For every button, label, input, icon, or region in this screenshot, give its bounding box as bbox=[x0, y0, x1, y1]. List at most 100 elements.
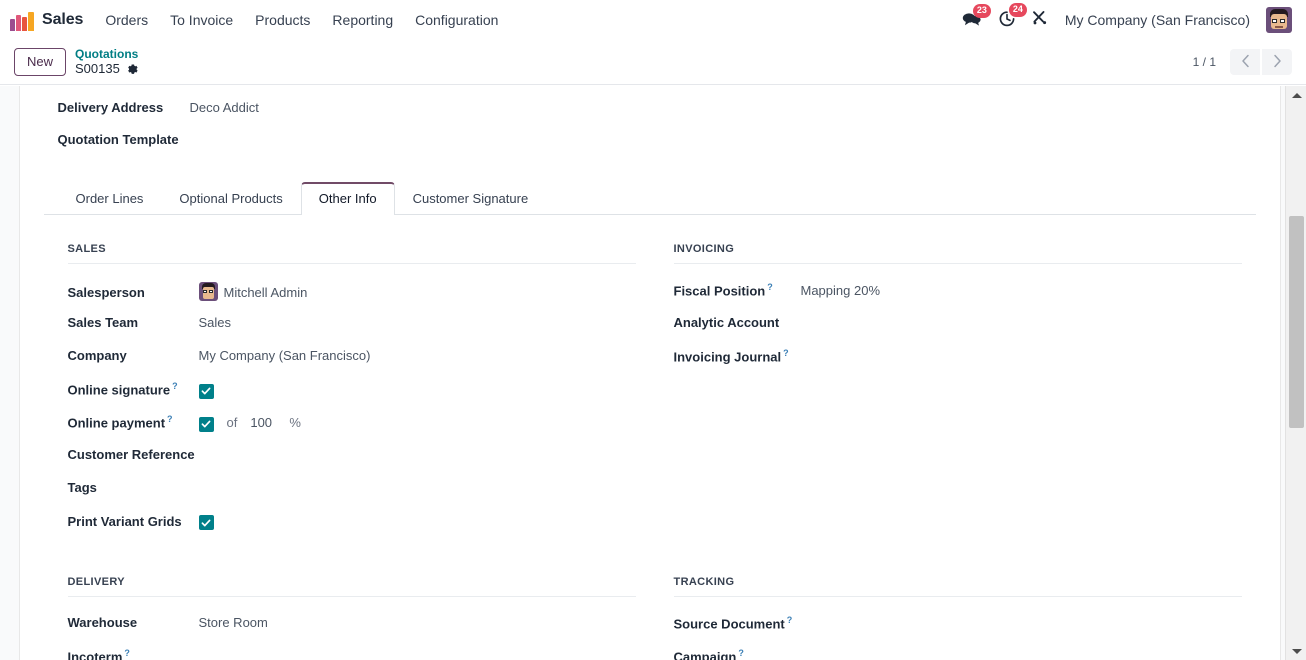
chevron-right-icon bbox=[1273, 54, 1282, 71]
breadcrumb: Quotations S00135 bbox=[75, 47, 139, 76]
tab-optional-products[interactable]: Optional Products bbox=[161, 182, 300, 215]
app-name-sales[interactable]: Sales bbox=[42, 11, 83, 29]
odoo-bars-logo[interactable] bbox=[10, 9, 34, 31]
field-label-customer-reference: Customer Reference bbox=[67, 447, 195, 462]
field-source-document: Source Document? bbox=[674, 615, 1242, 648]
field-label-analytic-account: Analytic Account bbox=[673, 315, 780, 330]
field-label-incoterm: Incoterm? bbox=[67, 648, 130, 660]
company-switcher[interactable]: My Company (San Francisco) bbox=[1065, 12, 1250, 28]
field-tags: Tags bbox=[68, 480, 636, 513]
breadcrumb-item-quotations[interactable]: Quotations bbox=[75, 47, 139, 61]
scroll-down-arrow-icon[interactable] bbox=[1286, 642, 1306, 660]
menu-item-to-invoice[interactable]: To Invoice bbox=[170, 12, 233, 28]
field-label-campaign: Campaign? bbox=[673, 648, 744, 660]
help-icon[interactable]: ? bbox=[738, 648, 744, 658]
prepayment-of-label: of bbox=[226, 414, 238, 430]
help-icon[interactable]: ? bbox=[172, 381, 178, 391]
field-online-signature: Online signature? bbox=[68, 381, 636, 414]
field-value-sales-team[interactable]: Sales bbox=[199, 315, 232, 330]
field-label-company: Company bbox=[67, 348, 127, 363]
gear-icon[interactable] bbox=[126, 63, 139, 76]
field-value-company[interactable]: My Company (San Francisco) bbox=[199, 348, 371, 363]
help-icon[interactable]: ? bbox=[167, 414, 173, 424]
group-title-tracking: TRACKING bbox=[673, 576, 1242, 597]
salesperson-avatar bbox=[198, 282, 218, 301]
field-label-delivery-address: Delivery Address bbox=[57, 100, 164, 115]
record-pager: 1 / 1 bbox=[1193, 49, 1292, 75]
group-title-invoicing: INVOICING bbox=[673, 243, 1242, 264]
checkbox-print-variant-grids[interactable] bbox=[198, 515, 214, 530]
group-delivery: DELIVERY Warehouse Store Room Incoterm? bbox=[67, 576, 636, 660]
group-sales: SALES Salesperson Mitchell Admin Sales T… bbox=[67, 243, 636, 546]
field-salesperson: Salesperson Mitchell Admin bbox=[68, 282, 636, 315]
field-sales-team: Sales Team Sales bbox=[68, 315, 636, 348]
field-label-source-document: Source Document? bbox=[673, 615, 793, 632]
field-label-sales-team: Sales Team bbox=[67, 315, 139, 330]
help-icon[interactable]: ? bbox=[787, 615, 793, 625]
breadcrumb-current-record: S00135 bbox=[75, 61, 139, 76]
checkbox-online-payment[interactable] bbox=[198, 416, 214, 432]
field-label-online-payment: Online payment? bbox=[67, 414, 173, 431]
field-delivery-address: Delivery Address Deco Addict bbox=[58, 100, 1256, 132]
notebook-tab-list: Order Lines Optional Products Other Info… bbox=[43, 182, 1256, 215]
pager-next-button[interactable] bbox=[1262, 49, 1292, 75]
top-navbar: Sales Orders To Invoice Products Reporti… bbox=[0, 0, 1306, 40]
group-tracking: TRACKING Source Document? Campaign? bbox=[673, 576, 1242, 660]
pager-previous-button[interactable] bbox=[1230, 49, 1260, 75]
field-campaign: Campaign? bbox=[674, 648, 1242, 660]
activities-menu[interactable]: 24 bbox=[998, 2, 1027, 31]
menu-item-orders[interactable]: Orders bbox=[105, 12, 148, 28]
field-value-fiscal-position[interactable]: Mapping 20% bbox=[801, 283, 881, 298]
field-value-warehouse[interactable]: Store Room bbox=[199, 615, 268, 630]
chevron-left-icon bbox=[1241, 54, 1250, 71]
help-icon[interactable]: ? bbox=[124, 648, 130, 658]
field-print-variant-grids: Print Variant Grids bbox=[68, 513, 636, 546]
vertical-scrollbar[interactable] bbox=[1285, 86, 1306, 660]
scroll-thumb[interactable] bbox=[1289, 216, 1304, 428]
notebook: Order Lines Optional Products Other Info… bbox=[43, 182, 1256, 660]
tab-other-info[interactable]: Other Info bbox=[300, 182, 395, 215]
activities-badge-count: 24 bbox=[1008, 2, 1027, 17]
tab-customer-signature[interactable]: Customer Signature bbox=[395, 182, 547, 215]
messages-menu[interactable]: 23 bbox=[962, 3, 991, 30]
field-warehouse: Warehouse Store Room bbox=[68, 615, 636, 648]
tools-wrench-icon bbox=[1032, 10, 1049, 30]
pager-counter[interactable]: 1 / 1 bbox=[1193, 55, 1216, 69]
help-icon[interactable]: ? bbox=[783, 348, 789, 358]
debug-tools-menu[interactable] bbox=[1032, 10, 1049, 30]
checkbox-online-signature[interactable] bbox=[198, 383, 214, 399]
group-title-delivery: DELIVERY bbox=[67, 576, 636, 597]
field-label-online-signature: Online signature? bbox=[67, 381, 178, 398]
menu-item-products[interactable]: Products bbox=[255, 12, 310, 28]
record-name: S00135 bbox=[75, 61, 120, 77]
top-field-group: Delivery Address Deco Addict Quotation T… bbox=[44, 100, 1256, 172]
help-icon[interactable]: ? bbox=[767, 282, 773, 292]
new-button[interactable]: New bbox=[14, 48, 67, 76]
field-fiscal-position: Fiscal Position? Mapping 20% bbox=[674, 282, 1242, 315]
field-label-fiscal-position: Fiscal Position? bbox=[673, 282, 773, 299]
control-panel: New Quotations S00135 1 / 1 bbox=[0, 40, 1306, 85]
field-value-delivery-address[interactable]: Deco Addict bbox=[190, 100, 259, 115]
field-label-tags: Tags bbox=[67, 480, 97, 495]
field-label-invoicing-journal: Invoicing Journal? bbox=[673, 348, 789, 365]
online-payment-controls: of 100 % bbox=[198, 414, 301, 432]
form-scroll-container: Delivery Address Deco Addict Quotation T… bbox=[0, 86, 1285, 660]
prepayment-percent-input[interactable]: 100 bbox=[250, 415, 276, 430]
field-analytic-account: Analytic Account bbox=[674, 315, 1242, 348]
field-value-salesperson[interactable]: Mitchell Admin bbox=[224, 285, 308, 300]
field-company: Company My Company (San Francisco) bbox=[68, 348, 636, 381]
field-online-payment: Online payment? of 100 % bbox=[68, 414, 636, 447]
user-avatar[interactable] bbox=[1266, 7, 1292, 33]
other-info-page: SALES Salesperson Mitchell Admin Sales T… bbox=[44, 215, 1256, 660]
field-label-salesperson: Salesperson bbox=[67, 285, 145, 300]
content-area: Delivery Address Deco Addict Quotation T… bbox=[0, 86, 1306, 660]
messages-badge-count: 23 bbox=[972, 3, 991, 18]
menu-item-reporting[interactable]: Reporting bbox=[332, 12, 393, 28]
menu-item-configuration[interactable]: Configuration bbox=[415, 12, 498, 28]
scroll-up-arrow-icon[interactable] bbox=[1286, 86, 1306, 104]
navbar-right-tools: 23 24 My Company (San Francisco) bbox=[962, 2, 1296, 33]
field-label-warehouse: Warehouse bbox=[67, 615, 138, 630]
tab-order-lines[interactable]: Order Lines bbox=[58, 182, 162, 215]
field-incoterm: Incoterm? bbox=[68, 648, 636, 660]
field-invoicing-journal: Invoicing Journal? bbox=[674, 348, 1242, 381]
